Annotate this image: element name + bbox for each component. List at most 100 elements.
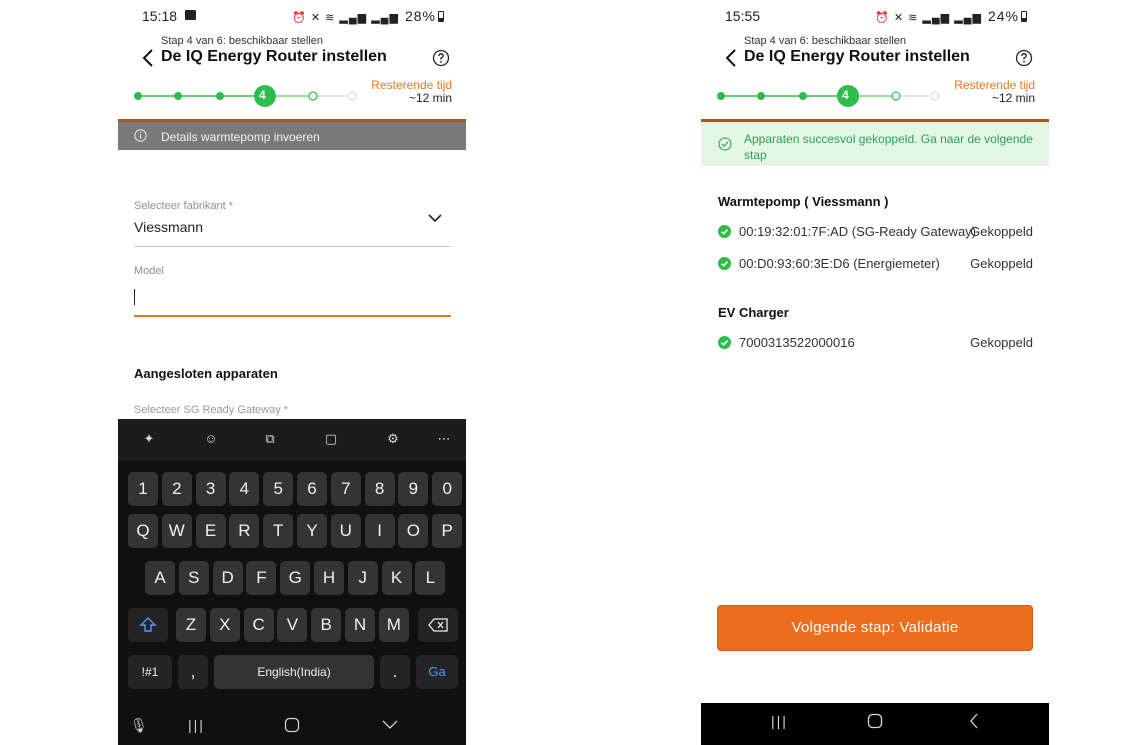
key-5[interactable]: 5 bbox=[263, 472, 294, 506]
model-underline-focused bbox=[134, 315, 451, 317]
key-o[interactable]: O bbox=[398, 514, 429, 548]
emoji-icon[interactable]: ☺ bbox=[202, 431, 220, 449]
chevron-down-icon[interactable] bbox=[427, 210, 443, 226]
status-icons: ⏰ ✕ ≋ ▂▄▆ ▂▄▆ 28% bbox=[292, 8, 444, 24]
status-bar: 15:55 ⏰ ✕ ≋ ▂▄▆ ▂▄▆ 24% bbox=[701, 0, 1049, 30]
sg-gateway-label[interactable]: Selecteer SG Ready Gateway * bbox=[134, 404, 288, 416]
next-step-button[interactable]: Volgende stap: Validatie bbox=[717, 605, 1033, 651]
progress-stepper: 4 Resterende tijd ~12 min bbox=[715, 77, 1035, 111]
key-x[interactable]: X bbox=[209, 608, 240, 642]
key-c[interactable]: C bbox=[243, 608, 274, 642]
status-icons: ⏰ ✕ ≋ ▂▄▆ ▂▄▆ 24% bbox=[875, 8, 1027, 24]
key-b[interactable]: B bbox=[311, 608, 342, 642]
image-notification-icon bbox=[185, 10, 196, 20]
info-banner-text: Details warmtepomp invoeren bbox=[161, 130, 320, 144]
key-g[interactable]: G bbox=[280, 561, 311, 595]
key-0[interactable]: 0 bbox=[432, 472, 463, 506]
status-time: 15:18 bbox=[142, 8, 178, 24]
key-2[interactable]: 2 bbox=[161, 472, 192, 506]
key-j[interactable]: J bbox=[347, 561, 378, 595]
key-3[interactable]: 3 bbox=[195, 472, 226, 506]
key-d[interactable]: D bbox=[212, 561, 243, 595]
check-badge-icon bbox=[718, 336, 731, 349]
help-icon[interactable] bbox=[1015, 49, 1033, 67]
more-options-icon[interactable]: ⋯ bbox=[435, 431, 453, 449]
device-status: Gekoppeld bbox=[970, 256, 1033, 271]
step-1-dot bbox=[717, 92, 725, 100]
remaining-time-value: ~12 min bbox=[408, 91, 452, 105]
recent-apps-icon[interactable]: ||| bbox=[188, 717, 205, 733]
symbols-key[interactable]: !#1 bbox=[128, 655, 172, 689]
info-banner: Details warmtepomp invoeren bbox=[118, 122, 466, 150]
current-step-number: 4 bbox=[259, 88, 266, 102]
sticker-icon[interactable]: ⧉ bbox=[261, 431, 279, 449]
stepper-track bbox=[134, 85, 357, 107]
info-icon bbox=[134, 129, 147, 142]
back-arrow-icon[interactable] bbox=[721, 47, 743, 69]
home-icon[interactable] bbox=[284, 717, 300, 736]
hide-keyboard-icon[interactable] bbox=[382, 717, 398, 733]
key-9[interactable]: 9 bbox=[398, 472, 429, 506]
step-3-dot bbox=[799, 92, 807, 100]
success-banner-text: Apparaten succesvol gekoppeld. Ga naar d… bbox=[744, 132, 1033, 162]
key-8[interactable]: 8 bbox=[364, 472, 395, 506]
remaining-time: Resterende tijd ~12 min bbox=[954, 79, 1035, 105]
back-arrow-icon[interactable] bbox=[138, 47, 160, 69]
key-l[interactable]: L bbox=[415, 561, 446, 595]
key-i[interactable]: I bbox=[364, 514, 395, 548]
key-a[interactable]: A bbox=[145, 561, 175, 595]
key-n[interactable]: N bbox=[345, 608, 375, 642]
step-2-dot bbox=[757, 92, 765, 100]
text-cursor bbox=[134, 289, 135, 305]
back-nav-icon[interactable] bbox=[969, 713, 979, 732]
key-u[interactable]: U bbox=[330, 514, 361, 548]
key-h[interactable]: H bbox=[314, 561, 344, 595]
device-row: 7000313522000016 Gekoppeld bbox=[718, 335, 1033, 353]
key-q[interactable]: Q bbox=[128, 514, 158, 548]
key-6[interactable]: 6 bbox=[297, 472, 327, 506]
key-1[interactable]: 1 bbox=[128, 472, 158, 506]
model-label: Model bbox=[134, 265, 164, 277]
step-5-dot bbox=[308, 91, 318, 101]
manufacturer-select[interactable]: Selecteer fabrikant * Viessmann bbox=[134, 200, 451, 248]
key-z[interactable]: Z bbox=[176, 608, 206, 642]
shift-key[interactable] bbox=[128, 608, 168, 642]
space-key[interactable]: English(India) bbox=[214, 655, 374, 689]
backspace-key[interactable] bbox=[418, 608, 458, 642]
on-screen-keyboard: ✦ ☺ ⧉ ▢ ⚙ ⋯ 1234567890 QWERTYUIOP ASDFGH… bbox=[118, 419, 466, 745]
go-key[interactable]: Ga bbox=[416, 655, 458, 689]
key-s[interactable]: S bbox=[178, 561, 209, 595]
key-w[interactable]: W bbox=[161, 514, 192, 548]
key-e[interactable]: E bbox=[195, 514, 226, 548]
key-k[interactable]: K bbox=[381, 561, 412, 595]
key-v[interactable]: V bbox=[277, 608, 308, 642]
model-input[interactable]: Model bbox=[134, 265, 451, 319]
step-5-dot bbox=[891, 91, 901, 101]
page-title: De IQ Energy Router instellen bbox=[744, 48, 970, 65]
clipboard-icon[interactable]: ▢ bbox=[322, 431, 340, 449]
settings-gear-icon[interactable]: ⚙ bbox=[384, 431, 402, 449]
key-y[interactable]: Y bbox=[297, 514, 327, 548]
ai-sparkle-icon[interactable]: ✦ bbox=[140, 431, 158, 449]
key-t[interactable]: T bbox=[263, 514, 294, 548]
device-name: 00:19:32:01:7F:AD (SG-Ready Gateway) bbox=[739, 224, 977, 239]
keyboard-nav-bar: 🎙︎ ||| bbox=[118, 707, 466, 745]
current-step-number: 4 bbox=[842, 88, 849, 102]
recent-apps-icon[interactable]: ||| bbox=[771, 713, 788, 729]
comma-key[interactable]: , bbox=[178, 655, 208, 689]
key-f[interactable]: F bbox=[246, 561, 277, 595]
key-r[interactable]: R bbox=[229, 514, 260, 548]
header: Stap 4 van 6: beschikbaar stellen De IQ … bbox=[701, 35, 1049, 71]
home-icon[interactable] bbox=[867, 713, 883, 732]
microphone-icon[interactable]: 🎙︎ bbox=[130, 717, 148, 734]
key-7[interactable]: 7 bbox=[330, 472, 361, 506]
period-key[interactable]: . bbox=[380, 655, 410, 689]
key-p[interactable]: P bbox=[432, 514, 463, 548]
key-4[interactable]: 4 bbox=[229, 472, 260, 506]
battery-percent: 24% bbox=[987, 8, 1019, 24]
help-icon[interactable] bbox=[432, 49, 450, 67]
keyboard-toolbar: ✦ ☺ ⧉ ▢ ⚙ ⋯ bbox=[118, 419, 466, 461]
check-circle-icon bbox=[718, 137, 732, 151]
remaining-time: Resterende tijd ~12 min bbox=[371, 79, 452, 105]
key-m[interactable]: M bbox=[378, 608, 409, 642]
